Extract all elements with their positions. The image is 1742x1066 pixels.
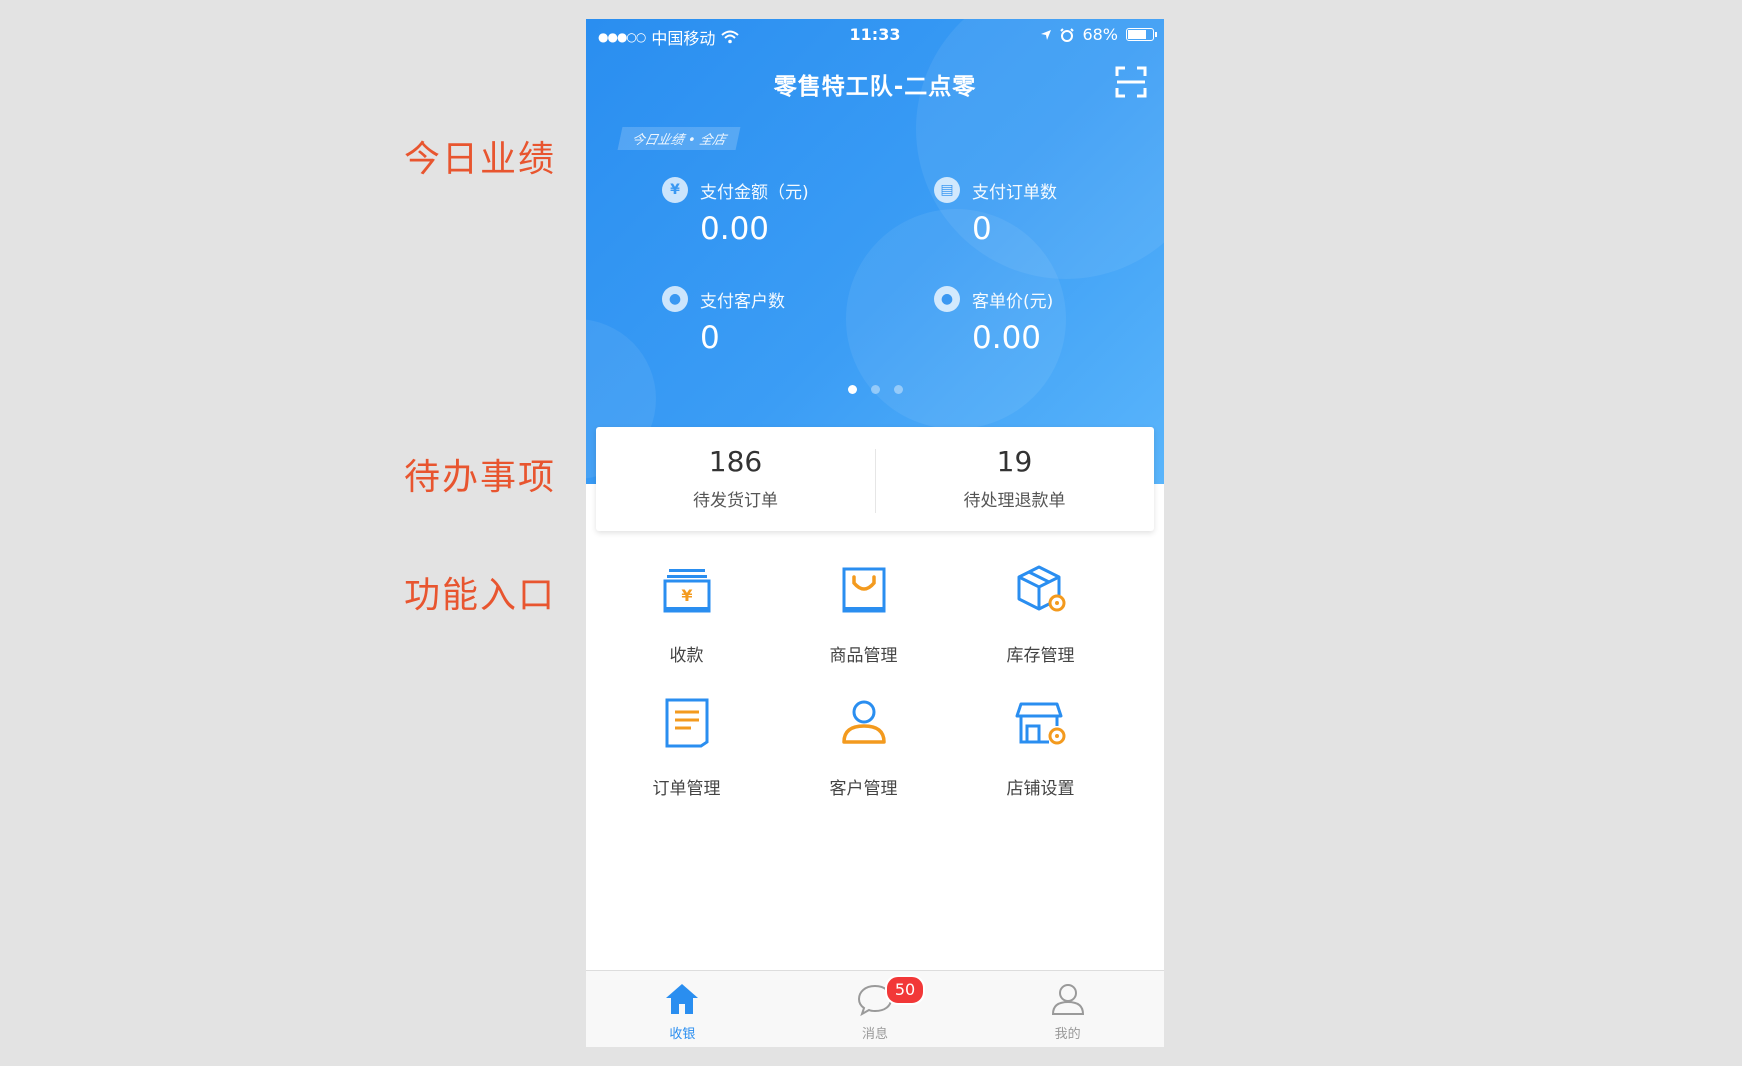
func-label: 商品管理 [829, 646, 898, 666]
tab-profile[interactable]: 我的 [971, 971, 1164, 1047]
func-label: 库存管理 [1006, 646, 1075, 666]
cashier-icon: ¥ [663, 569, 710, 613]
func-inventory[interactable]: 库存管理 [952, 563, 1129, 666]
annotation-today: 今日业绩 [404, 139, 557, 180]
todo-card: 186 待发货订单 19 待处理退款单 [596, 427, 1154, 531]
func-label: 店铺设置 [1006, 779, 1075, 799]
page-dot-1[interactable] [847, 385, 857, 394]
home-icon [666, 984, 699, 1014]
page-title: 零售特工队-二点零 [773, 74, 977, 100]
metric-value: 0.00 [700, 211, 770, 247]
goods-bag-icon [842, 567, 885, 613]
performance-banner[interactable]: ●●●○○ 中国移动 11:33 68% 零售特工队-二点零 今日业绩 • 全店 [586, 19, 1164, 484]
performance-scope-tag: 今日业绩 • 全店 [617, 127, 741, 150]
tab-cashier[interactable]: 收银 [586, 971, 779, 1047]
metric-label: 支付金额（元) [700, 182, 809, 203]
metric-value: 0.00 [972, 320, 1042, 356]
message-badge: 50 [885, 975, 925, 1005]
metric-label: 客单价(元) [972, 291, 1054, 312]
metric-customer-count: ● 支付客户数 0 [662, 286, 785, 356]
func-cashier[interactable]: ¥ 收款 [598, 563, 775, 666]
todo-count: 186 [708, 445, 763, 478]
user-icon: ● [662, 286, 688, 312]
tab-label: 收银 [669, 1027, 696, 1042]
customer-icon [841, 700, 886, 744]
tab-messages[interactable]: 50 消息 [779, 971, 972, 1047]
tab-label: 我的 [1054, 1027, 1081, 1042]
todo-label: 待处理退款单 [963, 491, 1066, 511]
location-icon [1041, 29, 1052, 40]
yuan-icon: ¥ [662, 177, 688, 203]
order-icon: ▤ [934, 177, 960, 203]
alarm-icon [1060, 27, 1075, 42]
profile-icon [1051, 984, 1084, 1015]
metric-value: 0 [700, 320, 720, 356]
user-price-icon: ● [934, 286, 960, 312]
todo-count: 19 [996, 445, 1033, 478]
func-store-settings[interactable]: 店铺设置 [952, 696, 1129, 799]
todo-pending-shipment[interactable]: 186 待发货订单 [596, 427, 875, 531]
todo-pending-refund[interactable]: 19 待处理退款单 [875, 427, 1154, 531]
func-label: 收款 [669, 646, 704, 666]
metric-label: 支付客户数 [700, 291, 785, 312]
metric-label: 支付订单数 [972, 182, 1057, 203]
function-grid: ¥ 收款 商品管理 库存管理 订单管理 客户管理 店铺设置 [598, 563, 1128, 799]
annotation-todo: 待办事项 [404, 457, 557, 498]
scan-icon[interactable] [1114, 65, 1148, 99]
page-dot-2[interactable] [870, 385, 880, 394]
page-dot-3[interactable] [893, 385, 903, 394]
func-goods[interactable]: 商品管理 [775, 563, 952, 666]
todo-label: 待发货订单 [693, 491, 778, 511]
order-list-icon [665, 698, 708, 748]
inventory-box-icon [1017, 565, 1065, 612]
tab-label: 消息 [862, 1027, 889, 1042]
status-bar: ●●●○○ 中国移动 11:33 68% [586, 19, 1164, 51]
metric-order-count: ▤ 支付订单数 0 [934, 177, 1057, 247]
func-label: 订单管理 [652, 779, 721, 799]
metric-pay-amount: ¥ 支付金额（元) 0.00 [662, 177, 809, 247]
annotation-functions: 功能入口 [404, 575, 557, 616]
page-indicator[interactable] [586, 385, 1164, 394]
store-settings-icon [1015, 702, 1065, 745]
func-label: 客户管理 [829, 779, 898, 799]
func-customers[interactable]: 客户管理 [775, 696, 952, 799]
battery-icon [1126, 28, 1157, 41]
metric-value: 0 [972, 211, 992, 247]
tab-bar: 收银 50 消息 我的 [586, 970, 1164, 1047]
battery-percent: 68% [1082, 25, 1118, 44]
phone-screen: ●●●○○ 中国移动 11:33 68% 零售特工队-二点零 今日业绩 • 全店 [586, 19, 1164, 1047]
metric-avg-price: ● 客单价(元) 0.00 [934, 286, 1053, 356]
func-orders[interactable]: 订单管理 [598, 696, 775, 799]
svg-text:¥: ¥ [681, 586, 692, 605]
